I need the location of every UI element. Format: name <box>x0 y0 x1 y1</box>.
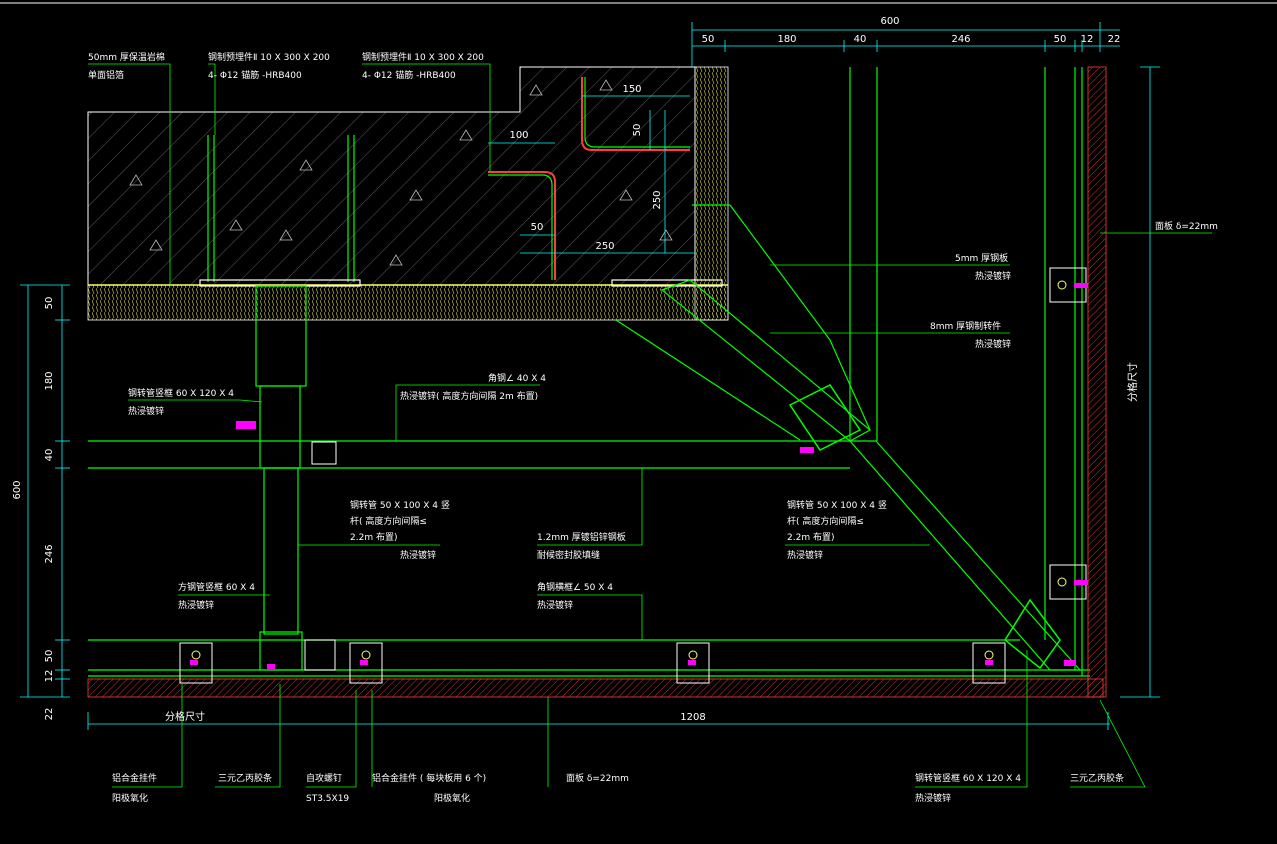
dim-anchor-250b: 250 <box>652 190 663 209</box>
label-steel-plate8-2: 热浸镀锌 <box>975 338 1011 350</box>
label-bottom1-2: 阳极氧化 <box>112 792 148 804</box>
label-bottom1-1: 铝合金挂件 <box>112 772 157 784</box>
dim-top-seg-4: 246 <box>951 34 970 45</box>
label-angle50-2: 热浸镀锌 <box>537 599 573 611</box>
label-insulation-2: 单面铝箔 <box>88 69 124 81</box>
dim-anchor-250a: 250 <box>595 241 614 252</box>
label-tube50b-2: 杆( 高度方向间隔≤ <box>787 515 864 527</box>
label-backplate-1: 1.2mm 厚镀铝锌钢板 <box>537 531 626 543</box>
label-embed2-1: 钢制预埋件Ⅱ 10 X 300 X 200 <box>362 51 484 63</box>
label-tube60-2: 热浸镀锌 <box>128 405 164 417</box>
label-steel-plate5-2: 热浸镀锌 <box>975 270 1011 282</box>
dim-top-total: 600 <box>880 16 899 27</box>
label-tube50b-3: 2.2m 布置) <box>787 531 834 543</box>
cad-drawing-canvas: 600 50 180 40 246 50 12 22 600 50 180 40… <box>0 2 1277 804</box>
label-steel-plate8-1: 8mm 厚钢制转件 <box>930 320 1001 332</box>
label-tube50b-4: 热浸镀锌 <box>787 549 823 561</box>
label-tube50a-2: 杆( 高度方向间隔≤ <box>350 515 427 527</box>
dim-anchor-100: 100 <box>509 130 528 141</box>
dim-right-label: 分格尺寸 <box>1126 362 1139 402</box>
fasteners <box>190 283 1088 670</box>
dim-left-seg-3: 40 <box>44 449 55 462</box>
dim-anchor-150: 150 <box>622 84 641 95</box>
dim-left-seg-4: 246 <box>44 544 55 563</box>
label-steel-plate5-1: 5mm 厚钢板 <box>955 252 1008 264</box>
dim-left-seg-1: 50 <box>44 297 55 310</box>
dim-left-seg-2: 180 <box>44 371 55 390</box>
dim-anchor-50a: 50 <box>531 222 544 233</box>
dim-bottom-left-label: 分格尺寸 <box>165 710 205 723</box>
label-granite-right: 面板 δ=22mm <box>1155 220 1218 232</box>
dim-anchor-50b: 50 <box>632 124 643 137</box>
dim-top-seg-6: 12 <box>1081 34 1094 45</box>
label-angle40-2: 热浸镀锌( 高度方向间隔 2m 布置) <box>400 390 538 402</box>
concrete-slab <box>87 66 729 321</box>
dim-left-seg-6: 12 <box>44 670 55 683</box>
dim-left-total: 600 <box>12 480 23 499</box>
label-bottom3-2: ST3.5X19 <box>306 794 349 804</box>
label-bottom4-1: 铝合金挂件 ( 每块板用 6 个) <box>372 772 486 784</box>
label-angle50-1: 角钢横框∠ 50 X 4 <box>537 581 613 593</box>
dim-top-seg-3: 40 <box>854 34 867 45</box>
dim-top-seg-2: 180 <box>777 34 796 45</box>
label-backplate-2: 耐候密封胶填缝 <box>537 549 600 561</box>
label-angle40-1: 角钢∠ 40 X 4 <box>488 372 546 384</box>
label-embed1-2: 4- Φ12 锚筋 -HRB400 <box>208 69 302 81</box>
dim-top-seg-1: 50 <box>702 34 715 45</box>
dim-left-seg-7: 22 <box>44 708 55 721</box>
label-bottom2-1: 三元乙丙胶条 <box>218 772 272 784</box>
label-tube50b-1: 钢转管 50 X 100 X 4 竖 <box>787 499 887 511</box>
label-bottom3-1: 自攻螺钉 <box>306 772 342 784</box>
label-bottom6-1: 钢转管竖框 60 X 120 X 4 <box>915 772 1021 784</box>
label-square-tube-1: 方钢管竖框 60 X 4 <box>178 581 255 593</box>
dim-bottom-total: 1208 <box>680 712 705 723</box>
label-tube50a-1: 钢转管 50 X 100 X 4 竖 <box>350 499 450 511</box>
label-bottom4-2: 阳极氧化 <box>434 792 470 804</box>
label-tube50a-4: 热浸镀锌 <box>400 549 436 561</box>
label-bottom7-1: 三元乙丙胶条 <box>1070 772 1124 784</box>
label-insulation-1: 50mm 厚保温岩棉 <box>88 51 165 63</box>
dim-top-seg-5: 50 <box>1054 34 1067 45</box>
label-bottom6-2: 热浸镀锌 <box>915 792 951 804</box>
label-square-tube-2: 热浸镀锌 <box>178 599 214 611</box>
dim-left-seg-5: 50 <box>44 650 55 663</box>
dim-top-seg-7: 22 <box>1108 34 1121 45</box>
label-tube50a-3: 2.2m 布置) <box>350 531 397 543</box>
label-embed2-2: 4- Φ12 锚筋 -HRB400 <box>362 69 456 81</box>
label-embed1-1: 钢制预埋件Ⅱ 10 X 300 X 200 <box>208 51 330 63</box>
label-tube60-1: 钢转管竖框 60 X 120 X 4 <box>128 387 234 399</box>
label-bottom5-1: 面板 δ=22mm <box>566 772 629 784</box>
